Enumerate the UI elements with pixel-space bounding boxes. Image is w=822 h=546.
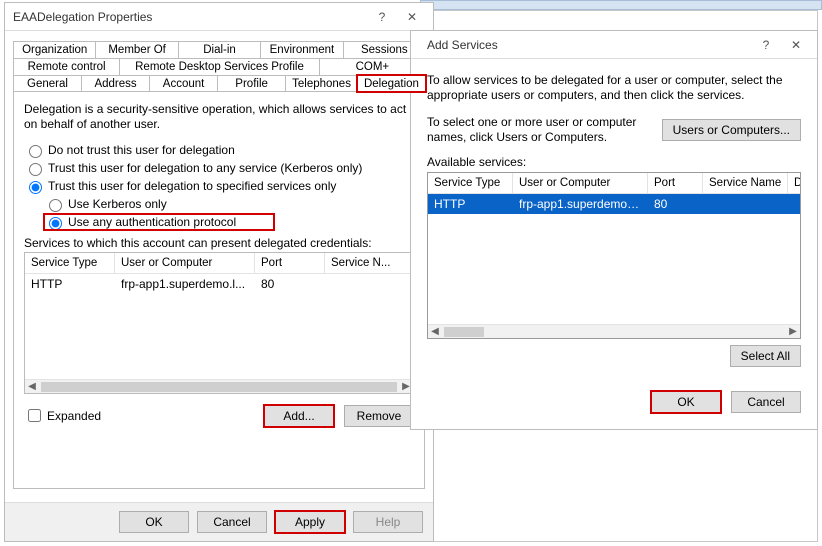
add-services-body: To allow services to be delegated for a … xyxy=(411,59,817,381)
col-service-type[interactable]: Service Type xyxy=(25,253,115,273)
service-row-port: 80 xyxy=(255,274,325,294)
add-services-dialog: Add Services ? ✕ To allow services to be… xyxy=(410,30,818,430)
radio-kerberos-only-label: Use Kerberos only xyxy=(68,197,167,211)
add-services-cancel-button[interactable]: Cancel xyxy=(731,391,801,413)
delegation-intro: Delegation is a security-sensitive opera… xyxy=(24,102,414,132)
available-services-header: Service Type User or Computer Port Servi… xyxy=(428,173,800,194)
col2-user-computer[interactable]: User or Computer xyxy=(513,173,648,193)
tabs-container: Organization Member Of Dial-in Environme… xyxy=(13,41,425,489)
available-service-d xyxy=(788,194,800,214)
select-users-hint: To select one or more user or computer n… xyxy=(427,115,652,145)
services-list[interactable]: Service Type User or Computer Port Servi… xyxy=(24,252,414,394)
users-or-computers-button[interactable]: Users or Computers... xyxy=(662,119,801,141)
add-services-close-icon[interactable]: ✕ xyxy=(781,38,811,52)
radio-no-trust[interactable]: Do not trust this user for delegation xyxy=(24,142,414,158)
available-service-uc: frp-app1.superdemo.l... xyxy=(513,194,648,214)
delegation-tab-pane: Delegation is a security-sensitive opera… xyxy=(13,91,425,489)
available-services-empty-area xyxy=(428,214,800,324)
tab-member-of[interactable]: Member Of xyxy=(95,41,178,58)
add-services-intro: To allow services to be delegated for a … xyxy=(427,73,801,103)
col-port[interactable]: Port xyxy=(255,253,325,273)
add-services-footer: OK Cancel xyxy=(411,381,817,423)
tab-remote-control[interactable]: Remote control xyxy=(13,58,120,75)
remove-button[interactable]: Remove xyxy=(344,405,414,427)
available-service-port: 80 xyxy=(648,194,703,214)
tab-profile[interactable]: Profile xyxy=(217,75,286,92)
cancel-button[interactable]: Cancel xyxy=(197,511,267,533)
help-button[interactable]: Help xyxy=(353,511,423,533)
col2-d[interactable]: D xyxy=(788,173,800,193)
radio-trust-specified-label: Trust this user for delegation to specif… xyxy=(48,179,336,193)
scroll-left-icon[interactable]: ◀ xyxy=(25,381,39,392)
background-title-stripe xyxy=(420,0,822,10)
ok-button[interactable]: OK xyxy=(119,511,189,533)
col2-service-type[interactable]: Service Type xyxy=(428,173,513,193)
properties-titlebar: EAADelegation Properties ? ✕ xyxy=(5,3,433,31)
available-service-row[interactable]: HTTP frp-app1.superdemo.l... 80 xyxy=(428,194,800,214)
scroll2-left-icon[interactable]: ◀ xyxy=(428,326,442,337)
tab-account[interactable]: Account xyxy=(149,75,218,92)
add-button[interactable]: Add... xyxy=(264,405,334,427)
services-buttons-row: Expanded Add... Remove xyxy=(24,404,414,427)
services-list-empty-area xyxy=(25,294,413,379)
properties-footer: OK Cancel Apply Help xyxy=(5,502,433,541)
services-list-label: Services to which this account can prese… xyxy=(24,236,414,250)
add-services-title: Add Services xyxy=(419,38,751,52)
radio-trust-any[interactable]: Trust this user for delegation to any se… xyxy=(24,160,414,176)
radio-trust-specified[interactable]: Trust this user for delegation to specif… xyxy=(24,178,414,194)
close-icon[interactable]: ✕ xyxy=(397,10,427,24)
scroll-thumb[interactable] xyxy=(41,382,397,392)
radio-kerberos-only-input[interactable] xyxy=(49,199,62,212)
add-services-help-icon[interactable]: ? xyxy=(751,38,781,52)
service-row[interactable]: HTTP frp-app1.superdemo.l... 80 xyxy=(25,274,413,294)
radio-no-trust-input[interactable] xyxy=(29,145,42,158)
radio-kerberos-only[interactable]: Use Kerberos only xyxy=(44,196,414,212)
help-icon[interactable]: ? xyxy=(367,10,397,24)
tab-rds-profile[interactable]: Remote Desktop Services Profile xyxy=(119,58,320,75)
col-service-name[interactable]: Service N... xyxy=(325,253,413,273)
tab-general[interactable]: General xyxy=(13,75,82,92)
add-services-ok-button[interactable]: OK xyxy=(651,391,721,413)
tab-organization[interactable]: Organization xyxy=(13,41,96,58)
scroll2-thumb[interactable] xyxy=(444,327,484,337)
radio-any-auth[interactable]: Use any authentication protocol xyxy=(44,214,274,230)
radio-trust-specified-input[interactable] xyxy=(29,181,42,194)
radio-any-auth-input[interactable] xyxy=(49,217,62,230)
expanded-checkbox-input[interactable] xyxy=(28,409,41,422)
services-list-hscroll[interactable]: ◀ ▶ xyxy=(25,379,413,393)
radio-trust-any-label: Trust this user for delegation to any se… xyxy=(48,161,362,175)
expanded-checkbox[interactable]: Expanded xyxy=(24,406,101,425)
service-row-uc: frp-app1.superdemo.l... xyxy=(115,274,255,294)
add-services-titlebar: Add Services ? ✕ xyxy=(411,31,817,59)
available-services-list[interactable]: Service Type User or Computer Port Servi… xyxy=(427,172,801,339)
tab-delegation[interactable]: Delegation xyxy=(357,75,426,92)
available-services-actions: Select All xyxy=(427,345,801,367)
tab-environment[interactable]: Environment xyxy=(260,41,343,58)
properties-dialog: EAADelegation Properties ? ✕ Organizatio… xyxy=(4,2,434,542)
available-services-label: Available services: xyxy=(427,155,801,169)
radio-any-auth-label: Use any authentication protocol xyxy=(68,215,236,229)
auth-sub-options: Use Kerberos only Use any authentication… xyxy=(44,196,414,230)
available-service-sn xyxy=(703,194,788,214)
tab-dial-in[interactable]: Dial-in xyxy=(178,41,261,58)
apply-button[interactable]: Apply xyxy=(275,511,345,533)
services-list-header: Service Type User or Computer Port Servi… xyxy=(25,253,413,274)
tab-address[interactable]: Address xyxy=(81,75,150,92)
service-row-sn xyxy=(325,274,413,294)
radio-no-trust-label: Do not trust this user for delegation xyxy=(48,143,235,157)
select-all-button[interactable]: Select All xyxy=(730,345,801,367)
available-services-hscroll[interactable]: ◀ ▶ xyxy=(428,324,800,338)
service-row-type: HTTP xyxy=(25,274,115,294)
radio-trust-any-input[interactable] xyxy=(29,163,42,176)
col2-service-name[interactable]: Service Name xyxy=(703,173,788,193)
tab-telephones[interactable]: Telephones xyxy=(285,75,358,92)
properties-title: EAADelegation Properties xyxy=(13,10,367,24)
available-service-type: HTTP xyxy=(428,194,513,214)
col2-port[interactable]: Port xyxy=(648,173,703,193)
scroll2-right-icon[interactable]: ▶ xyxy=(786,326,800,337)
expanded-checkbox-label: Expanded xyxy=(47,409,101,423)
col-user-computer[interactable]: User or Computer xyxy=(115,253,255,273)
